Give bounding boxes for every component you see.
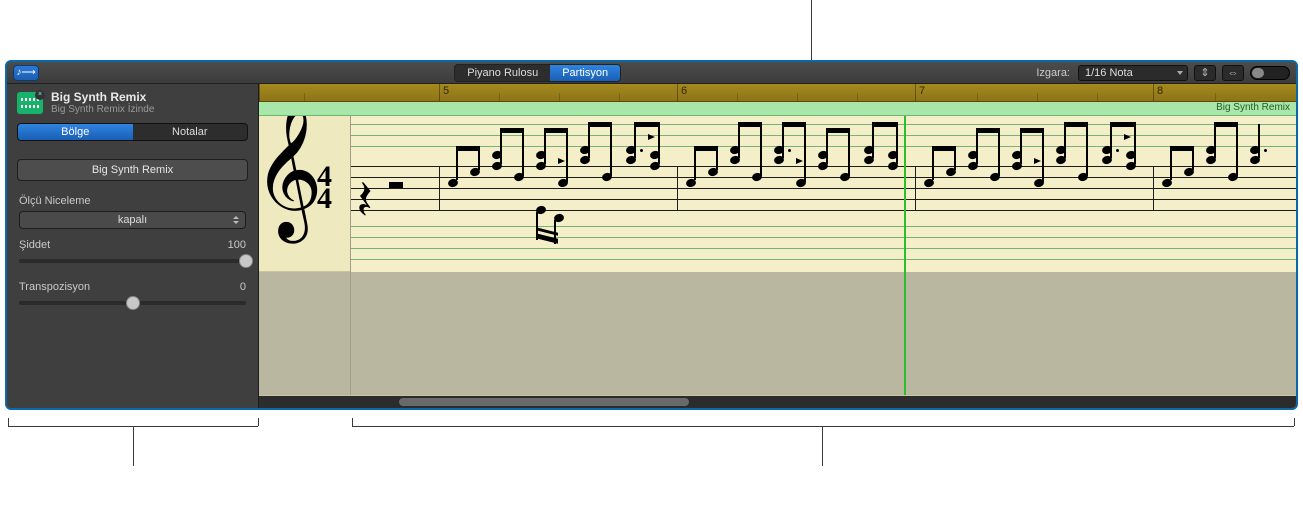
horizontal-arrows-icon: ⇔ [1228,67,1239,79]
time-sig-denominator: 4 [317,188,332,210]
track-icon: × [17,92,43,114]
callout-line-inspector [133,426,134,466]
vertical-zoom-button[interactable]: ⇕ [1194,65,1216,81]
transpose-label: Transpozisyon [19,281,90,293]
tab-piano-roll[interactable]: Piyano Rulosu [455,65,550,81]
grid-value-text: 1/16 Nota [1085,67,1133,79]
quantize-label: Ölçü Niceleme [19,195,91,207]
time-ruler[interactable]: 5 6 7 8 [259,84,1296,102]
catch-toggle[interactable] [1250,66,1290,80]
callout-line-top [811,0,812,60]
quantize-value: kapalı [118,214,147,226]
ruler-num: 8 [1157,85,1163,97]
quantize-select[interactable]: kapalı [19,211,246,229]
callout-line-score [822,426,823,466]
playhead[interactable] [904,116,906,396]
view-mode-tabs: Piyano Rulosu Partisyon [454,64,621,82]
track-subtitle: Big Synth Remix İzinde [51,104,154,115]
horizontal-zoom-button[interactable]: ⇔ [1222,65,1244,81]
treble-clef-icon: 𝄞 [263,130,321,212]
editor-body: × Big Synth Remix Big Synth Remix İzinde… [7,84,1296,408]
callout-bracket-score [352,426,1294,427]
horizontal-scrollbar[interactable] [259,396,1296,408]
region-strip[interactable]: Big Synth Remix [259,102,1296,116]
track-title: Big Synth Remix [51,90,154,104]
score-display[interactable]: 𝄞 4 4 [259,116,1296,396]
region-label: Big Synth Remix [1216,102,1290,113]
grid-value-select[interactable]: 1/16 Nota [1078,65,1188,81]
ruler-num: 5 [443,85,449,97]
midi-in-icon: ♪⟶ [16,67,35,78]
editor-toolbar: ♪⟶ Piyano Rulosu Partisyon Izgara: 1/16 … [7,62,1296,84]
score-gutter: 𝄞 4 4 [259,116,351,395]
score-pane: 5 6 7 8 Big Synth Remix [259,84,1296,408]
tab-notes[interactable]: Notalar [133,124,248,140]
transpose-value: 0 [240,281,246,293]
velocity-value: 100 [228,239,246,251]
score-editor-window: ♪⟶ Piyano Rulosu Partisyon Izgara: 1/16 … [5,60,1298,410]
half-rest [389,182,403,188]
callout-tick [1294,418,1295,426]
region-name-button[interactable]: Big Synth Remix [17,159,248,181]
tab-region[interactable]: Bölge [18,124,133,140]
inspector-header: × Big Synth Remix Big Synth Remix İzinde [7,84,258,117]
grid-label: Izgara: [1036,67,1070,79]
quarter-rest: 𝄽 [357,160,373,239]
ruler-num: 6 [681,85,687,97]
vertical-arrows-icon: ⇕ [1200,66,1209,79]
ruler-num: 7 [919,85,925,97]
transpose-slider[interactable] [19,301,246,305]
inspector-panel: × Big Synth Remix Big Synth Remix İzinde… [7,84,259,408]
velocity-slider[interactable] [19,259,246,263]
callout-tick [8,418,9,426]
velocity-label: Şiddet [19,239,50,251]
midi-in-button[interactable]: ♪⟶ [13,65,39,81]
tab-score[interactable]: Partisyon [550,65,620,81]
callout-tick [352,418,353,426]
inspector-tabs: Bölge Notalar [17,123,248,141]
callout-tick [258,418,259,426]
